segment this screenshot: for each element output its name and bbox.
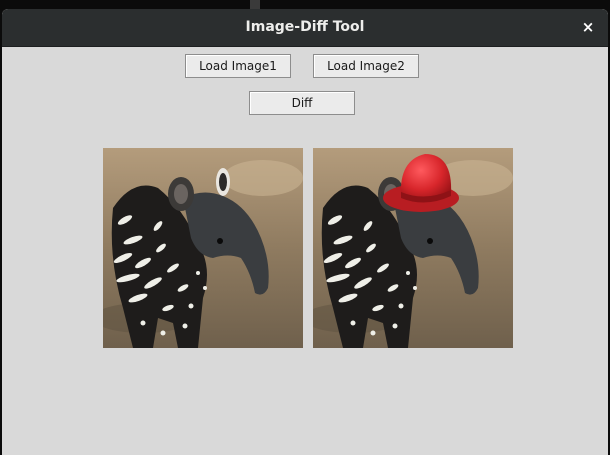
title-bar[interactable]: Image-Diff Tool × (2, 9, 608, 47)
window-title: Image-Diff Tool (245, 19, 365, 35)
tapir-image-2 (313, 148, 513, 348)
close-icon[interactable]: × (576, 15, 600, 39)
image1-panel (103, 148, 303, 348)
app-window: Image-Diff Tool × Load Image1 Load Image… (2, 9, 608, 455)
load-image2-button[interactable]: Load Image2 (313, 54, 419, 78)
image2-panel (313, 148, 513, 348)
load-image1-button[interactable]: Load Image1 (185, 54, 291, 78)
diff-button[interactable]: Diff (249, 91, 355, 115)
tapir-image-1 (103, 148, 303, 348)
